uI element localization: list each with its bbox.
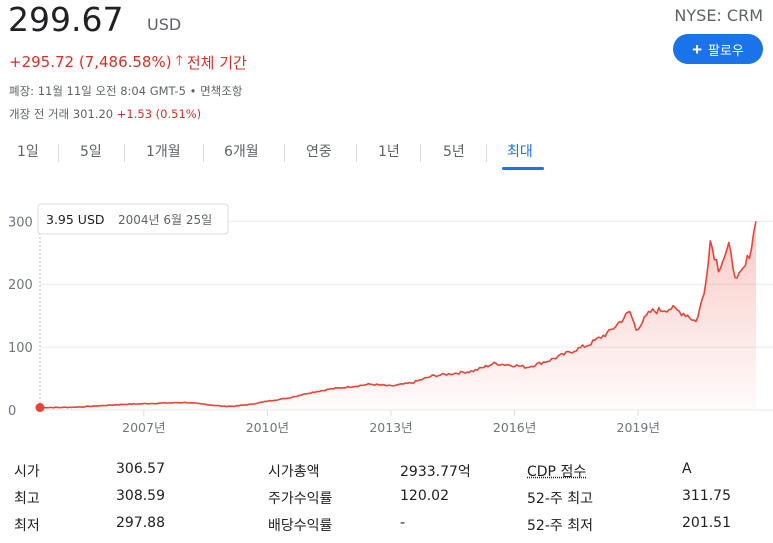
tab-divider: [356, 144, 357, 162]
stat-label-high: 최고: [14, 491, 40, 507]
stat-value-market-cap: 2933.77억: [400, 464, 471, 480]
tab-divider: [203, 144, 204, 162]
hover-point: [35, 403, 45, 413]
change-value: +295.72 (7,486.58%): [9, 53, 172, 71]
tab-ytd[interactable]: 연중: [306, 141, 332, 161]
stat-label-pe-ratio: 주가수익률: [268, 491, 333, 507]
tab-1d[interactable]: 1일: [17, 141, 39, 161]
tooltip-date: 2004년 6월 25일: [118, 213, 212, 227]
y-tick-label: 100: [8, 341, 33, 356]
stat-label-dividend: 배당수익률: [268, 518, 333, 534]
stat-label-cdp-score[interactable]: CDP 점수: [527, 461, 586, 481]
stat-value-pe-ratio: 120.02: [400, 488, 449, 504]
currency-label: USD: [147, 15, 182, 34]
x-tick-label: 2019년: [617, 420, 660, 435]
y-tick-label: 0: [8, 404, 16, 419]
tab-5d[interactable]: 5일: [80, 141, 102, 161]
stat-label-52w-low: 52-주 최저: [527, 518, 593, 534]
active-tab-indicator: [502, 167, 544, 170]
premarket-price: 개장 전 거래 301.20: [9, 107, 114, 121]
tab-6m[interactable]: 6개월: [224, 141, 259, 161]
tooltip-value: 3.95 USD: [46, 212, 105, 227]
y-tick-label: 200: [8, 278, 33, 293]
stock-price: 299.67: [8, 0, 124, 39]
change-period: 전체 기간: [186, 53, 247, 72]
tab-divider: [284, 144, 285, 162]
stat-value-52w-low: 201.51: [682, 515, 731, 531]
premarket-info: 개장 전 거래 301.20 +1.53 (0.51%): [9, 106, 201, 122]
x-tick-label: 2010년: [246, 420, 289, 435]
price-chart[interactable]: 0 100 200 300 2007년 2010년 2013년 2016년 2019년 3.95 …: [0, 195, 773, 445]
x-tick-label: 2016년: [493, 420, 536, 435]
tab-divider: [486, 144, 487, 162]
stat-value-high: 308.59: [116, 488, 165, 504]
arrow-up-icon: 🡑: [175, 53, 183, 69]
stat-label-open: 시가: [14, 464, 40, 480]
tab-max[interactable]: 최대: [507, 141, 533, 161]
stat-label-market-cap: 시가총액: [268, 464, 320, 480]
follow-label: 팔로우: [708, 42, 744, 58]
tab-divider: [420, 144, 421, 162]
market-status: 폐장: 11월 11일 오전 8:04 GMT-5 • 면책조항: [9, 84, 243, 98]
tab-5y[interactable]: 5년: [443, 141, 465, 161]
follow-button[interactable]: + 팔로우: [673, 34, 763, 64]
x-tick-label: 2013년: [369, 420, 412, 435]
exchange-ticker: NYSE: CRM: [674, 6, 763, 25]
y-tick-label: 300: [8, 215, 33, 230]
stat-value-open: 306.57: [116, 461, 165, 477]
series-area: [40, 221, 756, 410]
tab-1y[interactable]: 1년: [378, 141, 400, 161]
stat-label-52w-high: 52-주 최고: [527, 491, 593, 507]
tab-1m[interactable]: 1개월: [146, 141, 181, 161]
stat-label-low: 최저: [14, 518, 40, 534]
plus-icon: +: [692, 39, 703, 59]
chart-tooltip: 3.95 USD 2004년 6월 25일: [37, 203, 229, 235]
stat-value-cdp-score: A: [682, 461, 692, 477]
x-tick-label: 2007년: [122, 420, 165, 435]
stat-value-52w-high: 311.75: [682, 488, 731, 504]
stat-value-low: 297.88: [116, 515, 165, 531]
tab-divider: [58, 144, 59, 162]
price-change: +295.72 (7,486.58%) 🡑 전체 기간: [9, 50, 247, 74]
tab-divider: [124, 144, 125, 162]
premarket-change: +1.53 (0.51%): [116, 107, 202, 121]
stat-value-dividend: -: [400, 515, 406, 531]
